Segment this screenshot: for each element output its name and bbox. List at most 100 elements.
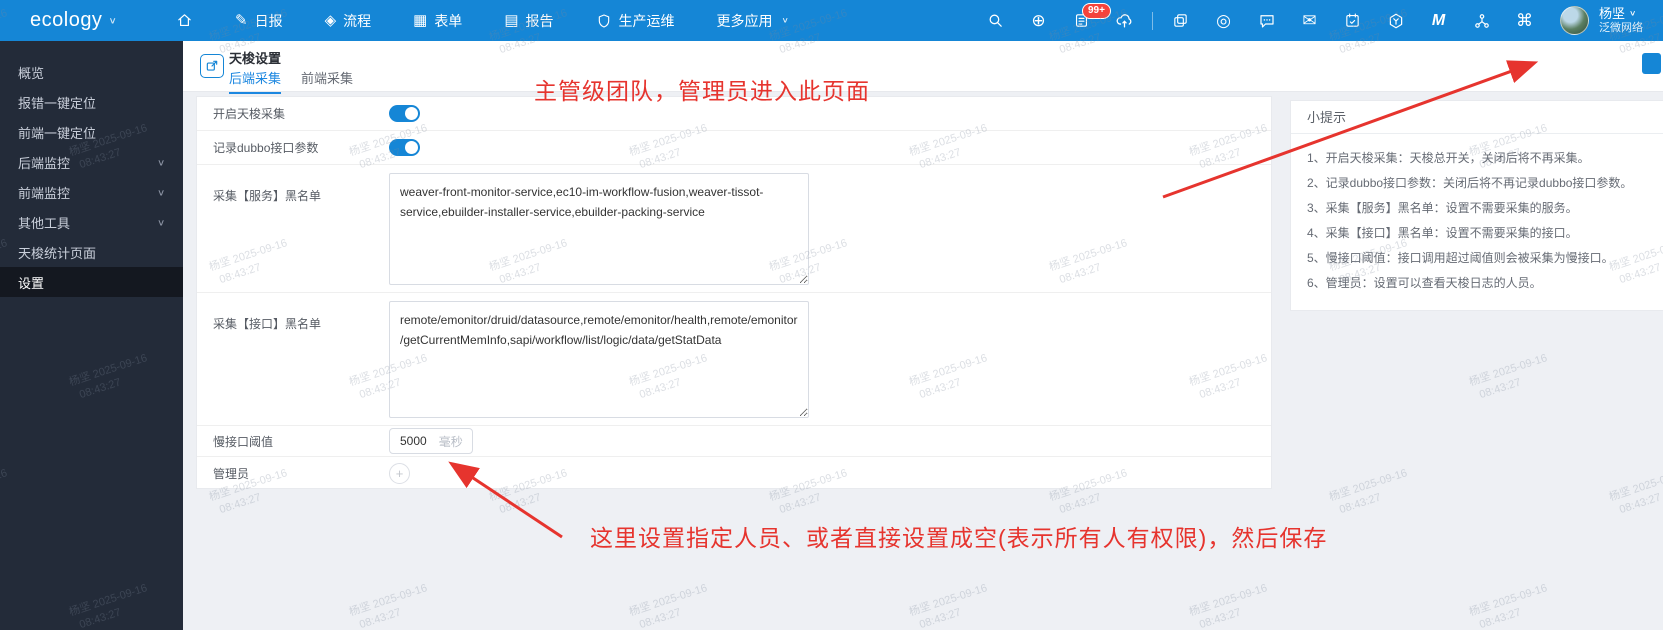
cloud-sync-icon	[1116, 14, 1132, 28]
tip-item: 6、管理员：设置可以查看天梭日志的人员。	[1307, 276, 1542, 290]
shortcut-button[interactable]: ⌘	[1503, 0, 1546, 41]
dubbo-params-toggle[interactable]	[389, 139, 420, 156]
org-nodes-icon	[1474, 13, 1489, 28]
tip-item: 5、慢接口阈值：接口调用超过阈值则会被采集为慢接口。	[1307, 251, 1614, 265]
create-new-button[interactable]: ⊕	[1017, 0, 1060, 41]
sidebar-item-frontend-locate[interactable]: 前端一键定位	[0, 117, 183, 147]
form-row-api-blacklist: 采集【接口】黑名单 remote/emonitor/druid/datasour…	[197, 293, 1271, 426]
form-row-admin: 管理员 +	[197, 457, 1271, 489]
watermark-text: 杨坚 2025-09-1608:43:27	[1607, 467, 1663, 517]
security-button[interactable]	[1374, 0, 1417, 41]
tips-title: 小提示	[1291, 101, 1663, 134]
copy-icon	[1174, 14, 1187, 27]
tab-bar: 后端采集 前端采集	[229, 68, 353, 94]
m-app-icon: M	[1431, 11, 1446, 29]
sidebar-item-label: 设置	[18, 275, 45, 291]
chevron-down-icon: ∨	[156, 217, 165, 228]
tab-backend-collect[interactable]: 后端采集	[229, 68, 282, 94]
sidebar-item-label: 其他工具	[18, 215, 71, 231]
api-blacklist-textarea[interactable]: remote/emonitor/druid/datasource,remote/…	[389, 301, 809, 418]
nav-label: 流程	[343, 12, 372, 29]
field-label: 采集【接口】黑名单	[213, 317, 322, 331]
logo-ecology[interactable]: ecology ∨	[30, 9, 117, 32]
tips-panel: 小提示 1、开启天梭采集：天梭总开关，关闭后将不再采集。 2、记录dubbo接口…	[1290, 100, 1663, 311]
command-icon: ⌘	[1516, 11, 1533, 30]
edit-icon: ✎	[235, 12, 248, 29]
chevron-down-icon: ∨	[156, 157, 165, 168]
watermark-text: 杨坚 2025-09-1608:43:27	[1187, 582, 1269, 630]
watermark-text: 杨坚 2025-09-1608:43:27	[1467, 582, 1549, 630]
sidebar-item-backend-monitor[interactable]: 后端监控 ∨	[0, 147, 183, 177]
enable-collect-toggle[interactable]	[389, 105, 420, 122]
panel-toggle-button[interactable]	[1642, 53, 1661, 74]
sidebar-item-other-tools[interactable]: 其他工具 ∨	[0, 207, 183, 237]
search-button[interactable]	[974, 0, 1017, 41]
nav-form[interactable]: ▦ 表单	[392, 0, 483, 41]
avatar[interactable]	[1560, 6, 1589, 35]
cloud-sync-button[interactable]	[1103, 0, 1146, 41]
watermark-text: 杨坚 2025-09-1608:43:27	[1327, 467, 1409, 517]
sidebar-item-label: 概览	[18, 65, 45, 81]
shield-icon	[598, 13, 609, 28]
calendar-button[interactable]	[1331, 0, 1374, 41]
chevron-down-icon: ∨	[781, 16, 789, 25]
tip-item: 1、开启天梭采集：天梭总开关，关闭后将不再采集。	[1307, 151, 1590, 165]
calendar-check-icon	[1346, 13, 1359, 27]
main-nav: ✎ 日报 ◈ 流程 ▦ 表单 ▤ 报告 生产运维 更多应用 ∨	[155, 0, 810, 41]
docs-button[interactable]	[1159, 0, 1202, 41]
nav-daily-report[interactable]: ✎ 日报	[214, 0, 304, 41]
slow-threshold-input[interactable]: 5000 毫秒	[389, 428, 473, 454]
toggle-knob	[405, 107, 418, 120]
top-navbar: ecology ∨ ✎ 日报 ◈ 流程 ▦ 表单 ▤ 报告 生产运维 更多应用 …	[0, 0, 1663, 41]
sidebar-item-tianshuo-stats[interactable]: 天梭统计页面	[0, 237, 183, 267]
nav-home[interactable]	[155, 0, 214, 41]
report-icon: ▤	[504, 12, 519, 29]
hexagon-icon	[1389, 13, 1402, 28]
sidebar-item-overview[interactable]: 概览	[0, 57, 183, 87]
mail-button[interactable]: ✉	[1288, 0, 1331, 41]
mail-icon: ✉	[1302, 11, 1317, 30]
org-button[interactable]	[1460, 0, 1503, 41]
field-label: 采集【服务】黑名单	[213, 189, 322, 203]
watermark-text: 杨坚 2025-09-1608:43:27	[1467, 352, 1549, 402]
sidebar-item-label: 前端一键定位	[18, 125, 97, 141]
nav-label: 日报	[254, 12, 283, 29]
form-row-enable-collect: 开启天梭采集	[197, 97, 1271, 131]
form-row-dubbo-params: 记录dubbo接口参数	[197, 131, 1271, 165]
external-link-icon	[206, 60, 218, 71]
nav-label: 更多应用	[716, 12, 773, 29]
service-blacklist-textarea[interactable]: weaver-front-monitor-service,ec10-im-wor…	[389, 173, 809, 285]
m-app-button[interactable]: M	[1417, 0, 1460, 41]
nav-label: 表单	[434, 12, 463, 29]
record-button[interactable]: ◎	[1202, 0, 1245, 41]
chevron-down-icon: ∨	[1629, 8, 1637, 18]
annotation-text-bottom: 这里设置指定人员、或者直接设置成空(表示所有人有权限)，然后保存	[590, 525, 1328, 551]
user-menu[interactable]: 杨坚 ∨ 泛微网络	[1599, 6, 1643, 36]
page-title: 天梭设置	[229, 51, 282, 66]
tab-frontend-collect[interactable]: 前端采集	[301, 68, 353, 94]
todo-button[interactable]: 99+	[1060, 0, 1111, 41]
form-row-slow-threshold: 慢接口阈值 5000 毫秒	[197, 426, 1271, 457]
qa-chat-button[interactable]	[1245, 0, 1288, 41]
tips-list: 1、开启天梭采集：天梭总开关，关闭后将不再采集。 2、记录dubbo接口参数：关…	[1291, 134, 1663, 310]
form-icon: ▦	[413, 12, 428, 29]
slow-threshold-unit: 毫秒	[438, 434, 463, 449]
toggle-knob	[405, 141, 418, 154]
home-icon	[178, 14, 191, 27]
qa-chat-icon	[1259, 14, 1274, 28]
chevron-down-icon: ∨	[156, 187, 165, 198]
add-admin-button[interactable]: +	[389, 462, 410, 484]
nav-more-apps[interactable]: 更多应用 ∨	[696, 0, 810, 41]
nav-report[interactable]: ▤ 报告	[483, 0, 574, 41]
user-org: 泛微网络	[1599, 21, 1643, 34]
nav-production-ops[interactable]: 生产运维	[575, 0, 696, 41]
workflow-icon: ◈	[324, 12, 337, 29]
sidebar-item-settings[interactable]: 设置	[0, 267, 183, 297]
watermark-text: 杨坚 2025-09-1608:43:27	[907, 582, 989, 630]
navbar-divider	[1152, 11, 1153, 30]
sidebar-item-frontend-monitor[interactable]: 前端监控 ∨	[0, 177, 183, 207]
user-name: 杨坚	[1599, 5, 1626, 21]
record-circle-icon: ◎	[1216, 11, 1231, 30]
nav-workflow[interactable]: ◈ 流程	[304, 0, 393, 41]
sidebar-item-error-locate[interactable]: 报错一键定位	[0, 87, 183, 117]
